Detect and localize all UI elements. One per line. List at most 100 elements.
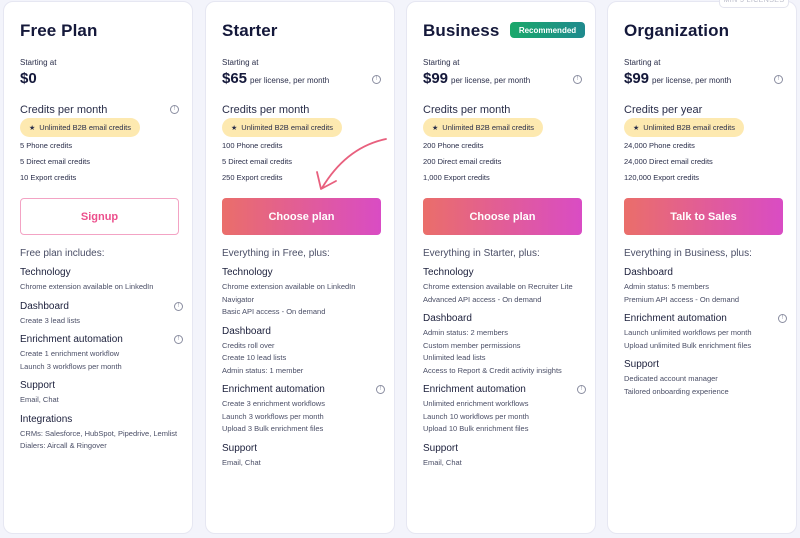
plan-title: Organization <box>624 21 730 40</box>
pill-label: Unlimited B2B email credits <box>643 123 735 132</box>
feature-group: Technology Chrome extension available on … <box>423 267 585 306</box>
feature-item: Chrome extension available on LinkedIn N… <box>222 282 356 304</box>
feature-group-title: Support <box>222 442 258 454</box>
feature-item: Custom member permissions <box>423 340 521 350</box>
feature-group-title: Enrichment automation <box>624 313 727 324</box>
feature-item: Basic API access - On demand <box>222 307 326 316</box>
feature-list: Everything in Free, plus: Technology Chro… <box>222 248 385 476</box>
plan-price: $99 <box>624 70 650 87</box>
feature-item: Tailored onboarding experience <box>624 386 729 396</box>
credits-heading: Credits per month <box>222 104 310 116</box>
price-row: $99 per license, per month <box>423 70 530 87</box>
feature-item: Email, Chat <box>423 457 462 467</box>
signup-button[interactable]: Signup <box>20 198 179 235</box>
feature-group: Support Dedicated account manager Tailored… <box>624 359 786 398</box>
feature-item: Create 3 enrichment workflows <box>222 399 325 408</box>
feature-group-title: Support <box>20 380 56 391</box>
feature-group: Enrichment automation! Unlimited enrichme… <box>423 384 586 436</box>
feature-item: Upload 3 Bulk enrichment files <box>222 424 324 433</box>
info-icon[interactable]: ! <box>174 301 183 311</box>
credit-item: 1,000 Export credits <box>423 173 490 182</box>
plan-card-organization: MIN 5 LICENSES Organization Starting at $9… <box>607 0 797 534</box>
plan-price: $99 <box>423 70 449 87</box>
feature-item: Upload 10 Bulk enrichment files <box>423 424 529 433</box>
feature-group-title: Technology <box>423 267 474 278</box>
feature-item: Admin status: 1 member <box>222 365 304 375</box>
choose-plan-starter-button[interactable]: Choose plan <box>222 198 381 235</box>
star-icon: ★ <box>432 124 439 132</box>
talk-to-sales-button[interactable]: Talk to Sales <box>624 198 783 235</box>
feature-group-title: Technology <box>20 267 71 278</box>
feature-item: Create 3 lead lists <box>20 315 81 325</box>
unlimited-email-pill: ★ Unlimited B2B email credits <box>624 118 744 137</box>
price-unit: per license, per month <box>250 76 330 85</box>
feature-group: Enrichment automation! Create 3 enrichmen… <box>222 384 385 436</box>
price-row: $99 per license, per month <box>624 70 731 87</box>
feature-group: Dashboard Credits roll over Create 10 lead… <box>222 326 384 378</box>
credit-item: 5 Phone credits <box>20 141 73 150</box>
choose-plan-business-button[interactable]: Choose plan <box>423 198 582 235</box>
feature-item: Credits roll over <box>222 340 275 350</box>
info-icon[interactable]: ! <box>376 385 385 394</box>
includes-heading: Everything in Starter, plus: <box>423 248 540 259</box>
credit-item: 200 Direct email credits <box>423 157 502 166</box>
plan-card-business: Business Recommended Starting at $99 per l… <box>406 1 596 534</box>
starting-at-label: Starting at <box>20 58 57 67</box>
price-row: $0 <box>20 70 40 87</box>
unlimited-email-pill: ★ Unlimited B2B email credits <box>20 118 140 137</box>
pill-label: Unlimited B2B email credits <box>39 123 131 132</box>
plan-card-starter: Starter Starting at $65 per license, per … <box>205 1 395 534</box>
feature-item: Access to Report & Credit activity insig… <box>423 365 562 375</box>
feature-item: Chrome extension available on Recruiter … <box>423 282 573 291</box>
feature-group-title: Dashboard <box>624 267 673 278</box>
credit-list: 24,000 Phone credits 24,000 Direct email … <box>624 140 713 188</box>
price-info-icon[interactable]: ! <box>774 75 783 84</box>
feature-group-title: Dashboard <box>222 325 271 337</box>
feature-item: Unlimited lead lists <box>423 353 486 362</box>
price-info-icon[interactable]: ! <box>372 75 381 84</box>
credits-heading: Credits per year <box>624 104 703 116</box>
feature-group: Enrichment automation! Create 1 enrichmen… <box>20 334 183 373</box>
feature-item: Upload unlimited Bulk enrichment files <box>624 340 752 350</box>
feature-group: Technology Chrome extension available on … <box>20 267 182 294</box>
feature-item: Admin status: 2 members <box>423 328 509 337</box>
feature-item: Admin status: 5 members <box>624 282 710 291</box>
feature-list: Everything in Starter, plus: Technology C… <box>423 248 586 476</box>
feature-group-title: Integrations <box>20 413 73 425</box>
price-info-icon[interactable]: ! <box>573 75 582 84</box>
feature-group-title: Enrichment automation <box>423 384 526 395</box>
info-icon[interactable]: ! <box>577 385 586 394</box>
credit-item: 10 Export credits <box>20 173 77 182</box>
feature-item: Email, Chat <box>20 395 59 404</box>
includes-heading: Everything in Business, plus: <box>624 248 752 259</box>
info-icon[interactable]: ! <box>174 335 183 344</box>
feature-group-title: Technology <box>222 267 273 278</box>
feature-group-title: Dashboard <box>20 300 69 312</box>
plan-price: $0 <box>20 70 37 87</box>
price-row: $65 per license, per month <box>222 70 329 87</box>
credits-heading: Credits per month <box>423 104 511 116</box>
feature-item: Premium API access - On demand <box>624 294 740 304</box>
feature-item: Dialers: Aircall & Ringover <box>20 441 107 450</box>
star-icon: ★ <box>633 124 640 132</box>
feature-list: Free plan includes: Technology Chrome ext… <box>20 248 183 460</box>
feature-group: Dashboard! Create 3 lead lists <box>20 300 183 328</box>
credit-item: 24,000 Phone credits <box>624 141 695 150</box>
credits-info-icon[interactable]: ! <box>170 105 179 114</box>
credit-item: 24,000 Direct email credits <box>624 157 713 166</box>
feature-group-title: Enrichment automation <box>222 384 325 395</box>
info-icon[interactable]: ! <box>778 314 787 323</box>
includes-heading: Free plan includes: <box>20 248 105 259</box>
includes-heading: Everything in Free, plus: <box>222 248 330 259</box>
price-unit: per license, per month <box>451 76 531 85</box>
feature-group-title: Dashboard <box>423 313 472 324</box>
plan-price: $65 <box>222 70 248 87</box>
feature-group: Support Email, Chat <box>222 443 384 470</box>
min-licenses-tag: MIN 5 LICENSES <box>719 0 789 8</box>
starting-at-label: Starting at <box>222 58 259 67</box>
unlimited-email-pill: ★ Unlimited B2B email credits <box>222 118 342 137</box>
feature-item: Launch unlimited workflows per month <box>624 328 752 337</box>
price-unit: per license, per month <box>652 76 732 85</box>
credit-list: 5 Phone credits 5 Direct email credits 10 … <box>20 140 90 188</box>
recommended-badge: Recommended <box>510 22 585 38</box>
